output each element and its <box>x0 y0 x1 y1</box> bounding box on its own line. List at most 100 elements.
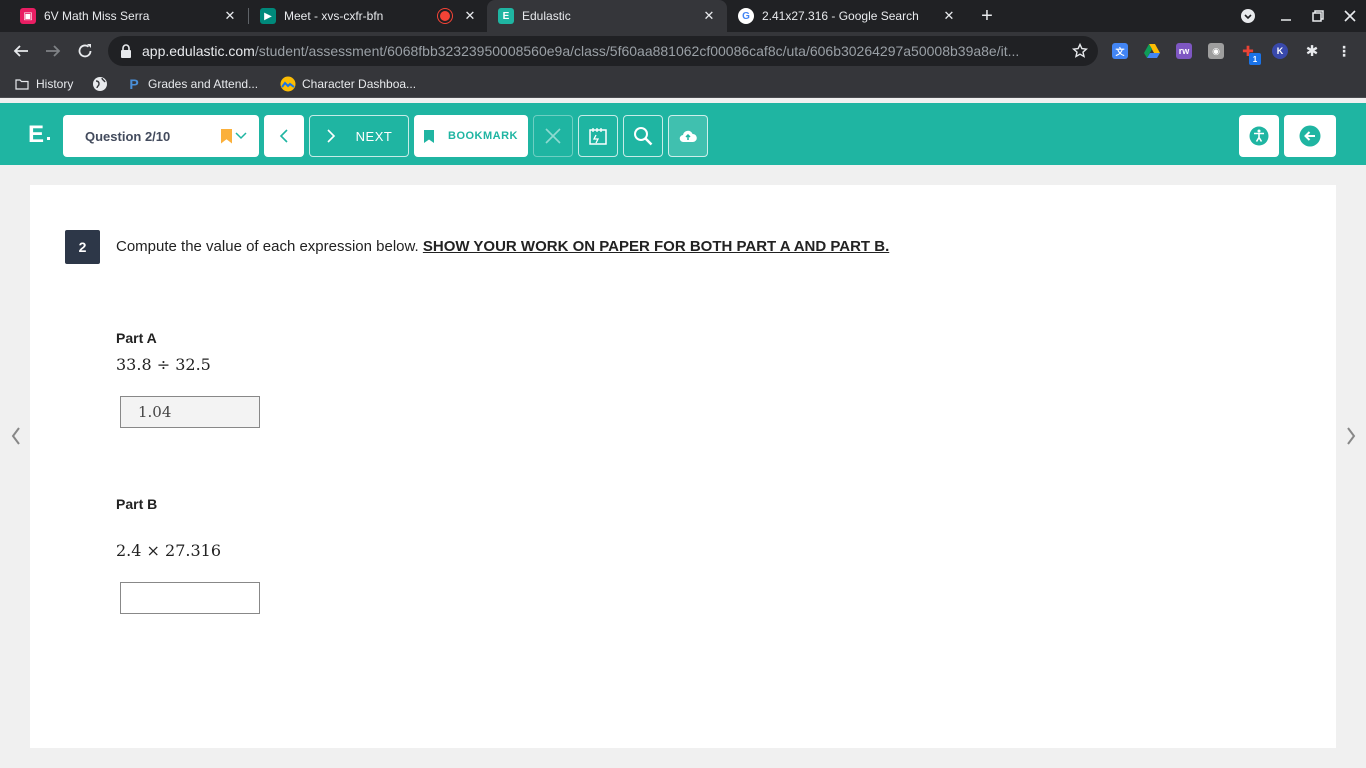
prompt-emphasis: SHOW YOUR WORK ON PAPER FOR BOTH PART A … <box>422 238 890 255</box>
tab-title: 6V Math Miss Serra <box>44 9 150 23</box>
forward-button[interactable] <box>38 36 68 66</box>
bookmark-history[interactable]: History <box>14 70 73 98</box>
bookmark-flag-icon <box>221 128 232 144</box>
screen-capture-extension-icon[interactable]: ◉ <box>1208 43 1224 59</box>
url-host: app.edulastic.com <box>142 43 255 59</box>
edulastic-icon: E <box>498 8 514 24</box>
chevron-right-icon <box>1347 427 1356 445</box>
character-icon <box>280 76 296 92</box>
part-b-label: Part B <box>116 496 158 512</box>
question-select[interactable]: Question 2/10 <box>63 115 259 157</box>
cloud-upload-icon <box>679 130 697 143</box>
exit-button[interactable] <box>1284 115 1336 157</box>
translate-extension-icon[interactable]: 文 <box>1112 43 1128 59</box>
part-a-answer-input[interactable]: 1.04 <box>120 396 260 428</box>
exit-arrow-icon <box>1299 125 1321 147</box>
extension-badge: 1 <box>1249 53 1261 65</box>
tab-title: Edulastic <box>522 9 571 23</box>
tab-edulastic[interactable]: E Edulastic ✕ <box>487 0 727 32</box>
tab-meet[interactable]: ▶ Meet - xvs-cxfr-bfn ✕ <box>240 0 488 32</box>
meet-icon: ▶ <box>260 8 276 24</box>
part-a-answer-value: 1.04 <box>138 403 172 421</box>
close-icon <box>1344 10 1356 22</box>
next-question-arrow[interactable] <box>1341 425 1361 447</box>
chevron-left-icon <box>279 129 288 143</box>
url-text: app.edulastic.com/student/assessment/606… <box>142 43 1062 59</box>
close-icon[interactable]: ✕ <box>941 8 957 24</box>
tab-search-button[interactable] <box>1232 0 1264 32</box>
chevron-down-icon <box>235 132 247 140</box>
reload-icon <box>78 44 92 58</box>
bookmark-character[interactable]: Character Dashboa... <box>280 70 416 98</box>
restore-button[interactable] <box>1302 0 1334 32</box>
kami-extension-icon[interactable]: K <box>1272 43 1288 59</box>
accessibility-button[interactable] <box>1239 115 1279 157</box>
tab-title: Meet - xvs-cxfr-bfn <box>284 9 384 23</box>
bookmark-label: Grades and Attend... <box>148 77 259 91</box>
bookmark-button[interactable]: BOOKMARK <box>414 115 528 157</box>
scratchpad-icon <box>589 128 607 145</box>
question-prompt: Compute the value of each expression bel… <box>116 238 889 255</box>
bookmark-grades[interactable]: P Grades and Attend... <box>126 70 258 98</box>
bookmark-icon <box>424 129 434 143</box>
accessibility-icon <box>1249 126 1269 146</box>
part-a-expression: 33.8 ÷ 32.5 <box>116 355 211 374</box>
part-a-label: Part A <box>116 330 157 346</box>
bookmark-star-icon[interactable] <box>1072 43 1088 59</box>
previous-question-arrow[interactable] <box>6 425 26 447</box>
close-icon[interactable]: ✕ <box>462 8 478 24</box>
bookmark-label: BOOKMARK <box>448 130 518 142</box>
part-b-answer-input[interactable] <box>120 582 260 614</box>
reload-button[interactable] <box>70 36 100 66</box>
edulastic-logo: E <box>28 121 45 148</box>
magnifier-icon <box>634 127 653 146</box>
browser-tab-strip: ▣ 6V Math Miss Serra ✕ ▶ Meet - xvs-cxfr… <box>0 0 1366 32</box>
part-b-expression: 2.4 × 27.316 <box>116 541 222 560</box>
powerschool-icon: P <box>129 76 139 92</box>
bookmark-label: Character Dashboa... <box>302 77 417 91</box>
puzzle-icon[interactable]: ✱ <box>1304 43 1320 60</box>
bookmarks-bar: History P Grades and Attend... Character… <box>0 70 1366 98</box>
next-button[interactable]: NEXT <box>309 115 409 157</box>
close-icon <box>545 128 561 144</box>
app-header: E Question 2/10 NEXT BOOKMARK <box>0 103 1366 165</box>
chevron-right-icon <box>327 129 335 143</box>
tab-classroom[interactable]: ▣ 6V Math Miss Serra ✕ <box>0 0 248 32</box>
new-tab-button[interactable]: + <box>977 6 997 26</box>
google-drive-extension-icon[interactable] <box>1144 43 1160 59</box>
address-bar[interactable]: app.edulastic.com/student/assessment/606… <box>108 36 1098 66</box>
prompt-text: Compute the value of each expression bel… <box>116 238 423 255</box>
scratchpad-button[interactable] <box>578 115 618 157</box>
close-icon[interactable]: ✕ <box>701 8 717 24</box>
tab-google-search[interactable]: G 2.41x27.316 - Google Search ✕ <box>727 0 967 32</box>
bookmark-label: History <box>36 77 74 91</box>
crossout-button[interactable] <box>533 115 573 157</box>
recording-icon <box>440 11 450 21</box>
browser-toolbar: app.edulastic.com/student/assessment/606… <box>0 32 1366 70</box>
question-select-label: Question 2/10 <box>85 128 171 144</box>
url-path: /student/assessment/6068fbb3232395000856… <box>254 43 1020 59</box>
bookmark-globe[interactable] <box>92 70 114 98</box>
arrow-left-icon <box>13 45 28 57</box>
minimize-button[interactable] <box>1270 0 1302 32</box>
magnifier-button[interactable] <box>623 115 663 157</box>
chevron-left-icon <box>11 427 20 445</box>
lock-icon[interactable] <box>120 44 132 58</box>
classroom-icon: ▣ <box>20 8 36 24</box>
arrow-right-icon <box>46 45 61 57</box>
next-label: NEXT <box>355 128 393 144</box>
question-number-badge: 2 <box>65 230 100 264</box>
google-icon: G <box>738 8 754 24</box>
restore-icon <box>1312 10 1324 22</box>
readwrite-extension-icon[interactable]: rw <box>1176 43 1192 59</box>
back-button[interactable] <box>6 36 36 66</box>
window-close-button[interactable] <box>1334 0 1366 32</box>
close-icon[interactable]: ✕ <box>222 8 238 24</box>
more-menu-icon[interactable]: ⋮ <box>1336 43 1352 59</box>
save-button[interactable] <box>668 115 708 157</box>
previous-button[interactable] <box>264 115 304 157</box>
question-card <box>30 185 1336 748</box>
logo-dot <box>47 137 50 140</box>
tab-title: 2.41x27.316 - Google Search <box>762 9 919 23</box>
chevron-down-icon <box>1241 9 1255 23</box>
